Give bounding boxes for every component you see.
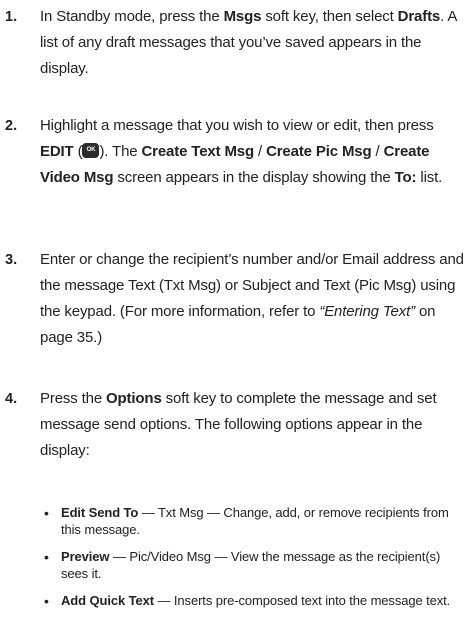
- options-key-label: Options: [106, 390, 162, 407]
- step-text: Enter or change the recipient’s number a…: [40, 251, 464, 346]
- step-number: 3.: [5, 252, 18, 268]
- option-description: — Pic/Video Msg — View the message as th…: [61, 549, 441, 581]
- step-text: Press the Options soft key to complete t…: [40, 390, 437, 459]
- cross-reference: “Entering Text”: [319, 303, 415, 320]
- step-number: 4.: [5, 391, 18, 407]
- list-item: • Edit Send To — Txt Msg — Change, add, o…: [44, 505, 449, 537]
- step-text: In Standby mode, press the Msgs soft key…: [40, 8, 457, 77]
- list-item: • Preview — Pic/Video Msg — View the mess…: [44, 549, 441, 581]
- drafts-label: Drafts: [397, 8, 441, 25]
- ok-key-icon: OK: [82, 143, 100, 158]
- step-number: 2.: [5, 118, 18, 134]
- msgs-key-label: Msgs: [223, 8, 262, 25]
- edit-key-label: EDIT: [40, 143, 74, 160]
- option-description: — Inserts pre-composed text into the mes…: [153, 593, 451, 608]
- step-text: Highlight a message that you wish to vie…: [40, 117, 443, 186]
- option-name: Add Quick Text: [61, 593, 154, 608]
- option-name: Edit Send To: [61, 505, 139, 520]
- option-name: Preview: [61, 549, 110, 564]
- manual-page: 1. In Standby mode, press the Msgs soft …: [0, 0, 472, 609]
- options-list: • Edit Send To — Txt Msg — Change, add, o…: [44, 505, 468, 621]
- step-number: 1.: [5, 9, 18, 25]
- list-item: • Add Quick Text — Inserts pre-composed t…: [44, 593, 451, 609]
